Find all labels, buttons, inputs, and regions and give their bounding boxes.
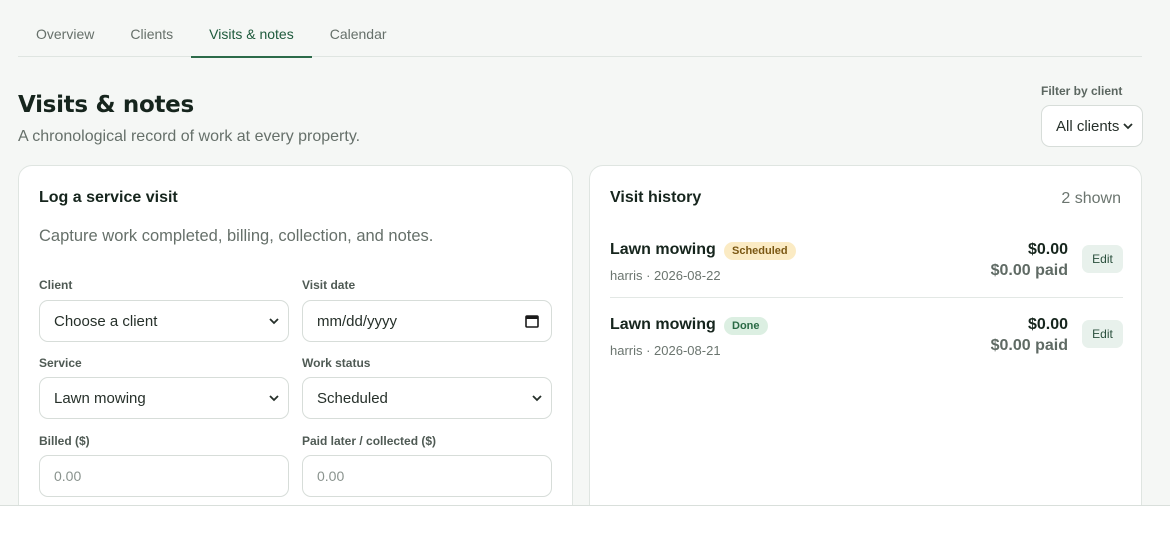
app: Overview Clients Visits & notes Calendar…: [0, 0, 1170, 505]
page-subtitle: A chronological record of work at every …: [18, 128, 361, 145]
chevron-down-icon: [532, 395, 542, 402]
work-status-value: Scheduled: [317, 389, 388, 407]
client-select[interactable]: Choose a client: [39, 300, 289, 342]
paid-input[interactable]: 0.00: [302, 455, 552, 497]
client-filter-value: All clients: [1056, 117, 1120, 135]
tab-visits-notes[interactable]: Visits & notes: [191, 0, 312, 58]
filter-label: Filter by client: [1041, 84, 1123, 98]
billed-label: Billed ($): [39, 434, 90, 448]
status-badge: Scheduled: [724, 242, 796, 260]
visit-billed: $0.00: [1027, 241, 1068, 258]
tab-calendar[interactable]: Calendar: [312, 0, 405, 57]
service-label: Service: [39, 356, 82, 370]
visit-meta: harris · 2026-08-21: [610, 343, 721, 358]
log-visit-title: Log a service visit: [39, 189, 178, 206]
client-filter-select[interactable]: All clients: [1041, 105, 1143, 147]
visit-history-title: Visit history: [610, 189, 702, 206]
visit-row: Lawn mowing Scheduled harris · 2026-08-2…: [610, 228, 1123, 298]
visit-paid: $0.00 paid: [990, 337, 1068, 354]
work-status-label: Work status: [302, 356, 371, 370]
edit-visit-button[interactable]: Edit: [1082, 320, 1123, 348]
client-label: Client: [39, 278, 73, 292]
service-select-value: Lawn mowing: [54, 389, 146, 407]
calendar-icon[interactable]: [525, 314, 539, 328]
billed-placeholder: 0.00: [54, 468, 82, 484]
visit-billed: $0.00: [1027, 316, 1068, 333]
tab-clients[interactable]: Clients: [112, 0, 191, 57]
client-select-value: Choose a client: [54, 312, 158, 330]
tab-overview[interactable]: Overview: [18, 0, 112, 57]
log-visit-card: Log a service visit Capture work complet…: [18, 165, 573, 505]
work-status-select[interactable]: Scheduled: [302, 377, 552, 419]
visit-service: Lawn mowing: [610, 316, 716, 333]
visit-history-card: Visit history 2 shown Lawn mowing Schedu…: [589, 165, 1142, 505]
visit-count: 2 shown: [1061, 190, 1121, 207]
paid-label: Paid later / collected ($): [302, 434, 437, 448]
bottom-strip: [0, 505, 1170, 555]
visit-date-input[interactable]: mm/dd/yyyy: [302, 300, 552, 342]
service-select[interactable]: Lawn mowing: [39, 377, 289, 419]
edit-visit-button[interactable]: Edit: [1082, 245, 1123, 273]
visit-date-placeholder: mm/dd/yyyy: [317, 312, 398, 330]
chevron-down-icon: [269, 318, 279, 325]
visit-service: Lawn mowing: [610, 241, 716, 258]
paid-placeholder: 0.00: [317, 468, 345, 484]
page-title: Visits & notes: [18, 92, 194, 118]
visit-paid: $0.00 paid: [990, 262, 1068, 279]
visit-meta: harris · 2026-08-22: [610, 268, 721, 283]
chevron-down-icon: [269, 395, 279, 402]
visit-row: Lawn mowing Done harris · 2026-08-21 $0.…: [610, 303, 1123, 373]
status-badge: Done: [724, 317, 768, 335]
visit-date-label: Visit date: [302, 278, 356, 292]
log-visit-description: Capture work completed, billing, collect…: [39, 227, 434, 245]
chevron-down-icon: [1123, 123, 1133, 130]
tab-bar: Overview Clients Visits & notes Calendar: [18, 0, 1142, 58]
billed-input[interactable]: 0.00: [39, 455, 289, 497]
